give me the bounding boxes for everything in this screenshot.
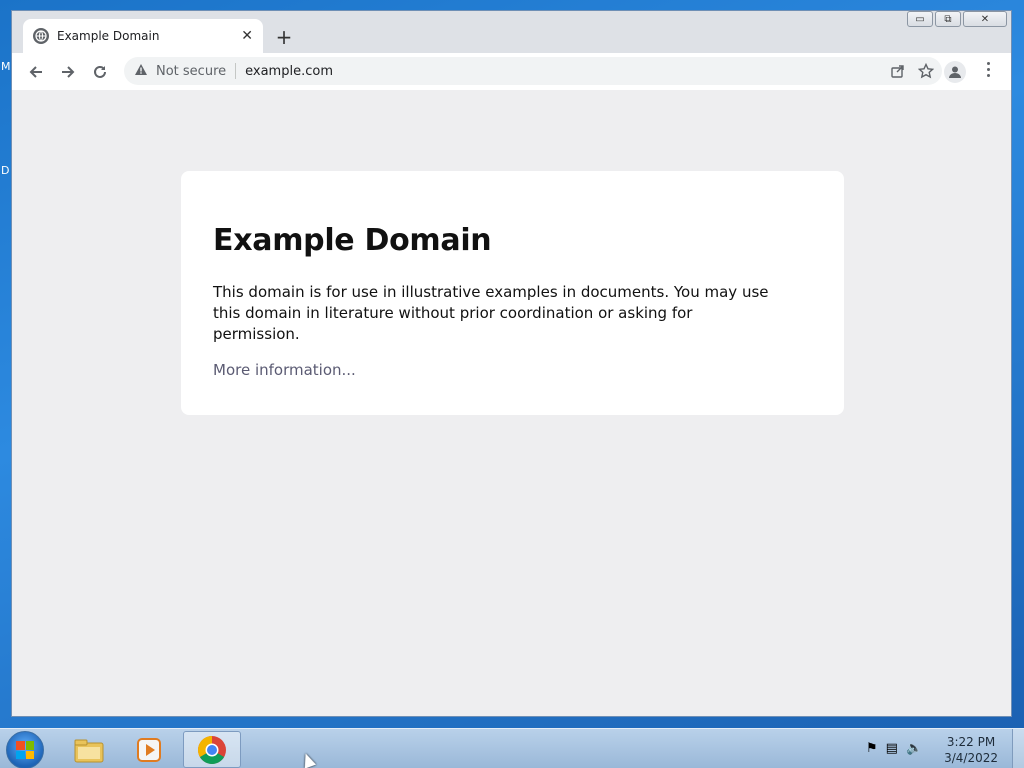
clock-date: 3/4/2022 xyxy=(944,751,998,765)
profile-icon xyxy=(949,66,961,78)
system-tray: ⚑ ▤ 🔈 xyxy=(866,741,922,756)
file-explorer-icon xyxy=(74,739,104,762)
window-controls: ▭ ⧉ ✕ xyxy=(907,11,1007,27)
chrome-icon xyxy=(198,735,226,764)
back-button[interactable] xyxy=(20,58,52,86)
network-icon[interactable]: ▤ xyxy=(886,741,898,756)
close-tab-icon[interactable]: ✕ xyxy=(241,28,253,44)
action-center-flag-icon[interactable]: ⚑ xyxy=(866,741,878,756)
kebab-menu-icon[interactable] xyxy=(982,62,994,77)
forward-button[interactable] xyxy=(52,58,84,86)
browser-window: ▭ ⧉ ✕ Example Domain ✕ + Not secure exam… xyxy=(11,10,1012,717)
minimize-button[interactable]: ▭ xyxy=(907,11,933,27)
reload-icon xyxy=(94,65,106,78)
reload-button[interactable] xyxy=(84,58,116,86)
new-tab-button[interactable]: + xyxy=(274,25,294,49)
show-desktop-button[interactable] xyxy=(1012,729,1024,768)
page-title: Example Domain xyxy=(213,223,492,258)
close-window-button[interactable]: ✕ xyxy=(963,11,1007,27)
tab-title: Example Domain xyxy=(57,29,160,43)
star-icon[interactable] xyxy=(918,63,934,79)
desktop-icon-label-fragment: M xyxy=(1,60,11,73)
system-clock[interactable]: 3:22 PM 3/4/2022 xyxy=(944,734,998,766)
arrow-left-icon xyxy=(29,65,42,78)
arrow-right-icon xyxy=(62,65,75,78)
taskbar-media-player[interactable] xyxy=(120,731,178,768)
volume-icon[interactable]: 🔈 xyxy=(906,741,922,756)
taskbar-chrome[interactable] xyxy=(183,731,241,768)
divider xyxy=(235,63,237,79)
address-bar[interactable]: Not secure example.com xyxy=(124,57,942,85)
toolbar: Not secure example.com xyxy=(12,53,1011,90)
url-text[interactable]: example.com xyxy=(245,64,333,79)
globe-icon xyxy=(33,28,49,44)
desktop-icon-label-fragment: D xyxy=(1,164,10,177)
content-card: Example Domain This domain is for use in… xyxy=(181,171,844,415)
windows-logo-icon xyxy=(16,741,34,759)
page-viewport: Example Domain This domain is for use in… xyxy=(12,90,1011,716)
media-player-icon xyxy=(137,737,161,762)
more-information-link[interactable]: More information... xyxy=(213,361,812,379)
page-body-text: This domain is for use in illustrative e… xyxy=(213,283,769,343)
share-icon[interactable] xyxy=(890,63,906,79)
maximize-button[interactable]: ⧉ xyxy=(935,11,961,27)
profile-button[interactable] xyxy=(944,61,966,83)
start-button[interactable] xyxy=(6,731,44,768)
taskbar-file-explorer[interactable] xyxy=(60,731,118,768)
tab-example-domain[interactable]: Example Domain ✕ xyxy=(23,19,263,53)
taskbar: ⚑ ▤ 🔈 3:22 PM 3/4/2022 xyxy=(0,728,1024,768)
warning-icon[interactable] xyxy=(134,63,148,80)
security-status[interactable]: Not secure xyxy=(156,64,226,79)
clock-time: 3:22 PM xyxy=(946,735,996,749)
